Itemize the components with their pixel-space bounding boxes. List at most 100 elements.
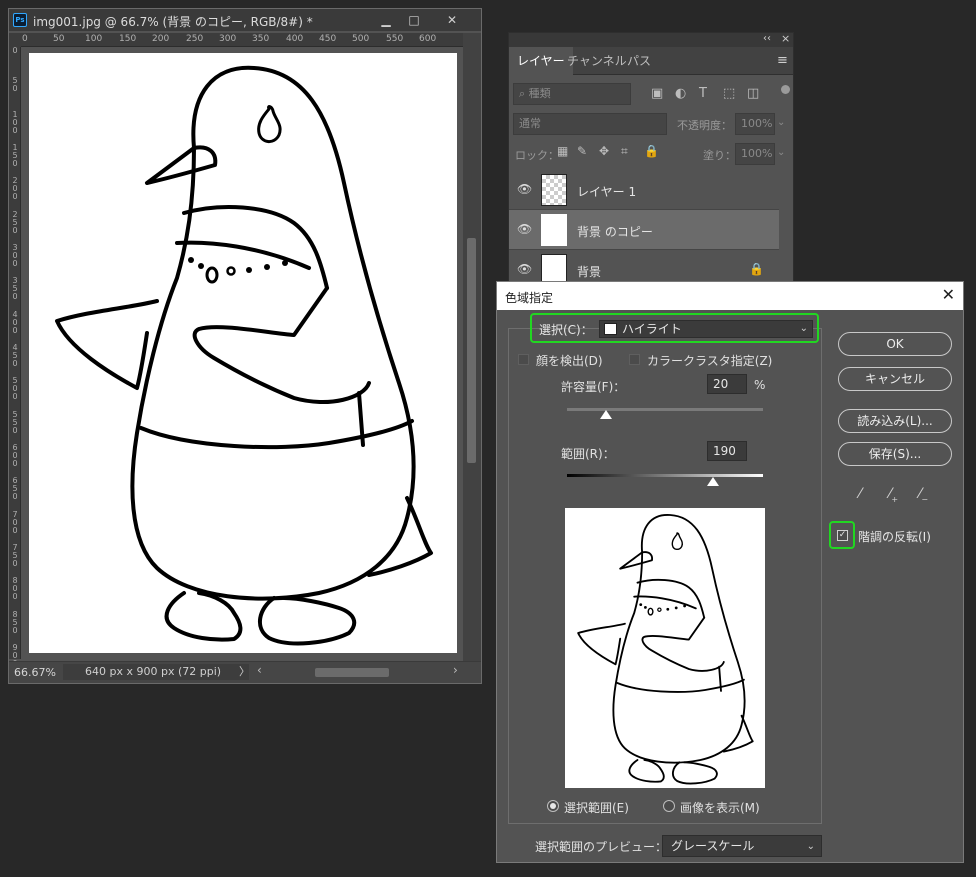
visibility-eye-icon[interactable]: 👁 — [517, 262, 532, 276]
localized-clusters-checkbox[interactable] — [629, 354, 640, 365]
layer-row-layer1[interactable]: 👁 レイヤー 1 — [509, 170, 779, 210]
eyedropper-subtract-icon[interactable]: ⁄− — [919, 486, 928, 504]
filter-adjustment-icon[interactable]: ◐ — [675, 86, 686, 101]
filter-toggle-icon[interactable] — [781, 85, 790, 94]
fuzziness-unit: % — [754, 378, 766, 392]
panel-menu-icon[interactable]: ≡ — [777, 53, 788, 68]
ruler-corner — [9, 33, 21, 47]
ruler-tick-label: 550 — [386, 34, 404, 44]
ruler-tick-label: 350 — [12, 276, 18, 301]
chevron-down-icon: ⌄ — [799, 323, 808, 334]
fuzziness-value: 20 — [713, 377, 729, 391]
layer-filter-dropdown[interactable]: ⌕ 種類 — [513, 83, 631, 105]
visibility-eye-icon[interactable]: 👁 — [517, 182, 532, 196]
ruler-tick-label: 400 — [12, 310, 18, 335]
ruler-vertical[interactable]: 0 50 100 150 200 250 300 350 400 450 500… — [9, 46, 21, 668]
range-slider-track[interactable] — [567, 474, 763, 477]
opacity-field[interactable]: 100% — [735, 113, 775, 135]
document-window: Ps img001.jpg @ 66.7% (背景 のコピー, RGB/8#) … — [8, 8, 482, 684]
visibility-eye-icon[interactable]: 👁 — [517, 222, 532, 236]
maximize-icon[interactable]: □ — [401, 11, 427, 29]
document-info[interactable]: 640 px x 900 px (72 ppi) 〉 — [63, 664, 250, 680]
select-dropdown[interactable]: ハイライト ⌄ — [599, 320, 813, 338]
radio-selection[interactable] — [547, 800, 559, 812]
color-swatch — [604, 323, 617, 335]
lock-artboard-icon[interactable]: ⌗ — [621, 144, 628, 159]
cancel-button[interactable]: キャンセル — [838, 367, 952, 391]
dialog-titlebar[interactable]: 色域指定 ✕ — [497, 282, 963, 310]
fuzziness-label: 許容量(F)： — [561, 380, 626, 394]
eyedropper-add-icon[interactable]: ⁄+ — [889, 486, 898, 504]
minimize-icon[interactable]: ▁ — [373, 11, 399, 29]
save-button[interactable]: 保存(S)... — [838, 442, 952, 466]
horizontal-scrollbar[interactable]: ‹ › — [249, 663, 463, 679]
canvas-image[interactable] — [29, 53, 457, 653]
fill-label: 塗り： — [703, 149, 736, 162]
ruler-tick-label: 300 — [219, 34, 237, 44]
layers-panel: ‹‹ × レイヤー チャンネル パス ≡ ⌕ 種類 ▣ ◐ T ⬚ ◫ 通常 不… — [508, 32, 794, 294]
range-slider-handle[interactable] — [707, 477, 720, 486]
horizontal-scroll-thumb[interactable] — [315, 668, 389, 677]
collapse-panel-icon[interactable]: ‹‹ — [763, 33, 771, 44]
fill-field[interactable]: 100% — [735, 143, 775, 165]
range-value: 190 — [713, 444, 736, 458]
fill-chevron-icon[interactable]: ⌄ — [777, 147, 785, 158]
vertical-scroll-thumb[interactable] — [467, 238, 476, 463]
select-value: ハイライト — [622, 322, 682, 336]
fuzziness-slider-track[interactable] — [567, 408, 763, 411]
close-icon[interactable]: ✕ — [439, 11, 465, 29]
radio-image[interactable] — [663, 800, 675, 812]
fuzziness-slider-handle[interactable] — [600, 410, 613, 419]
layer-row-background-copy[interactable]: 👁 背景 のコピー — [509, 210, 779, 250]
filter-smart-object-icon[interactable]: ◫ — [747, 86, 759, 101]
range-input[interactable]: 190 — [707, 441, 747, 461]
ruler-tick-label: 650 — [12, 476, 18, 501]
canvas-area[interactable] — [21, 47, 463, 659]
panel-tabs: レイヤー チャンネル パス ≡ — [509, 47, 793, 75]
load-button[interactable]: 読み込み(L)... — [838, 409, 952, 433]
opacity-chevron-icon[interactable]: ⌄ — [777, 117, 785, 128]
scroll-right-icon[interactable]: › — [453, 663, 458, 677]
selection-preview-dropdown[interactable]: グレースケール ⌄ — [662, 835, 822, 857]
ruler-tick-label: 400 — [286, 34, 304, 44]
ruler-tick-label: 500 — [352, 34, 370, 44]
opacity-label: 不透明度： — [677, 119, 732, 132]
filter-pixel-icon[interactable]: ▣ — [651, 86, 663, 101]
ruler-tick-label: 250 — [186, 34, 204, 44]
lock-all-icon[interactable]: 🔒 — [644, 144, 659, 158]
fuzziness-input[interactable]: 20 — [707, 374, 747, 394]
filter-shape-icon[interactable]: ⬚ — [723, 86, 735, 101]
detect-faces-checkbox[interactable] — [518, 354, 529, 365]
scroll-left-icon[interactable]: ‹ — [257, 663, 262, 677]
document-titlebar[interactable]: Ps img001.jpg @ 66.7% (背景 のコピー, RGB/8#) … — [9, 9, 481, 31]
lock-transparent-icon[interactable]: ▦ — [557, 144, 568, 158]
vertical-scrollbar[interactable] — [463, 33, 481, 663]
range-label: 範囲(R)： — [561, 447, 615, 461]
lock-label: ロック： — [515, 149, 559, 162]
lock-position-icon[interactable]: ✥ — [599, 144, 609, 158]
dialog-title: 色域指定 — [505, 291, 554, 305]
ruler-tick-label: 150 — [119, 34, 137, 44]
close-icon[interactable]: ✕ — [942, 285, 955, 304]
invert-checkbox[interactable]: ✓ — [837, 530, 848, 541]
preview-penguin — [577, 514, 754, 785]
detect-faces-label: 顔を検出(D) — [536, 354, 603, 368]
eyedropper-icon[interactable]: ⁄ — [859, 486, 861, 502]
ruler-tick-label: 850 — [12, 610, 18, 635]
ok-button[interactable]: OK — [838, 332, 952, 356]
tab-paths[interactable]: パス — [619, 47, 659, 75]
ruler-tick-label: 450 — [12, 343, 18, 368]
filter-type-icon[interactable]: T — [699, 86, 707, 101]
blend-mode-dropdown[interactable]: 通常 — [513, 113, 667, 135]
radio-selection-label: 選択範囲(E) — [564, 801, 629, 815]
chevron-down-icon: ⌄ — [806, 841, 815, 852]
lock-image-icon[interactable]: ✎ — [577, 144, 587, 158]
layer-name: 背景 のコピー — [577, 225, 653, 239]
selection-preview[interactable] — [565, 508, 765, 788]
zoom-level[interactable]: 66.67% — [14, 666, 56, 679]
close-panel-icon[interactable]: × — [781, 32, 790, 45]
ruler-horizontal[interactable]: 0 50 100 150 200 250 300 350 400 450 500… — [21, 33, 463, 47]
layer-lock-icon[interactable]: 🔒 — [749, 262, 764, 276]
ruler-tick-label: 0 — [12, 46, 18, 55]
panel-header-bar: ‹‹ × — [509, 32, 793, 47]
